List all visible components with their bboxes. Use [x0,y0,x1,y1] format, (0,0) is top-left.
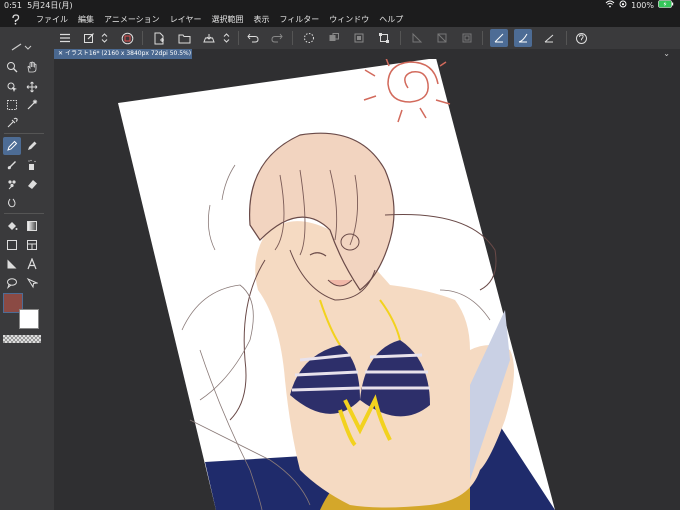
command-bar [0,27,680,50]
ios-status-bar: 0:51 5月24日(月) 100% [0,0,680,12]
save-options-chevron-icon[interactable] [221,29,231,47]
hamburger-menu-icon[interactable] [56,29,74,47]
zoom-icon[interactable] [3,58,21,76]
operation-icon[interactable] [3,78,21,96]
document-tab-title: イラスト16* (2160 x 3840px 72dpi 50.5%) [64,50,192,57]
brush-tool-icon[interactable] [3,156,21,174]
text-tool-icon[interactable] [23,255,41,273]
open-folder-icon[interactable] [175,29,193,47]
ruler-tool-icon[interactable] [3,255,21,273]
clear-selection-icon[interactable] [325,29,343,47]
stabilization-icon[interactable] [490,29,508,47]
redo-icon[interactable] [268,29,286,47]
blend-tool-icon[interactable] [3,194,21,212]
menu-bar: ファイル 編集 アニメーション レイヤー 選択範囲 表示 フィルター ウィンドウ… [0,12,680,27]
sub-color-swatch[interactable] [19,309,39,329]
chevron-updown-icon[interactable] [99,29,109,47]
menu-view[interactable]: 表示 [253,12,269,27]
balloon-tool-icon[interactable] [3,274,21,292]
document-tab[interactable]: ✕ イラスト16* (2160 x 3840px 72dpi 50.5%) [54,49,192,59]
eyedropper-icon[interactable] [3,114,21,132]
special-ruler-snap-icon[interactable] [433,29,451,47]
pen-tool-icon[interactable] [3,137,21,155]
shortcut-settings-icon[interactable] [572,29,590,47]
transform-icon[interactable] [375,29,393,47]
pen-pressure-icon[interactable] [514,29,532,47]
status-date: 5月24日(月) [27,1,73,10]
fill-tool-icon[interactable] [3,217,21,235]
fill-selection-icon[interactable] [350,29,368,47]
tab-close-dot-icon[interactable]: ✕ [58,50,65,57]
status-time-date: 0:51 5月24日(月) [4,0,73,12]
canvas-area[interactable] [54,59,680,510]
tool-panel-header [8,42,40,52]
decoration-tool-icon[interactable] [3,175,21,193]
deselect-icon[interactable] [300,29,318,47]
new-file-icon[interactable] [150,29,168,47]
menu-help[interactable]: ヘルプ [379,12,403,27]
correct-line-icon[interactable] [23,274,41,292]
save-icon[interactable] [200,29,218,47]
ruler-snap-icon[interactable] [408,29,426,47]
menu-layer[interactable]: レイヤー [170,12,202,27]
menu-animation[interactable]: アニメーション [104,12,160,27]
pencil-tool-icon[interactable] [23,137,41,155]
companion-mode-icon[interactable] [118,29,136,47]
menu-filter[interactable]: フィルター [279,12,319,27]
grid-snap-icon[interactable] [458,29,476,47]
transparent-color-swatch[interactable] [3,335,41,343]
move-layer-icon[interactable] [23,78,41,96]
quick-access-icon[interactable] [80,29,98,47]
undo-icon[interactable] [244,29,262,47]
illustration-canvas[interactable] [54,59,680,510]
chevron-down-icon[interactable]: ⌄ [663,49,670,59]
correction-icon[interactable] [540,29,558,47]
app-logo-icon[interactable] [10,14,21,25]
menu-items: ファイル 編集 アニメーション レイヤー 選択範囲 表示 フィルター ウィンドウ… [36,12,403,27]
menu-file[interactable]: ファイル [36,12,68,27]
document-tab-bar: ✕ イラスト16* (2160 x 3840px 72dpi 50.5%) ⌄ [54,49,680,59]
battery-percent: 100% [631,1,654,10]
wifi-icon [605,0,615,12]
airbrush-tool-icon[interactable] [23,156,41,174]
status-indicators: 100% [605,0,674,12]
auto-select-icon[interactable] [23,96,41,114]
selection-icon[interactable] [3,96,21,114]
hand-icon[interactable] [23,58,41,76]
menu-edit[interactable]: 編集 [78,12,94,27]
menu-selection[interactable]: 選択範囲 [211,12,243,27]
orientation-lock-icon [619,0,627,12]
battery-icon [658,0,674,12]
gradient-tool-icon[interactable] [23,217,41,235]
frame-border-icon[interactable] [23,236,41,254]
eraser-tool-icon[interactable] [23,175,41,193]
menu-window[interactable]: ウィンドウ [329,12,369,27]
tool-panel [0,43,54,510]
status-time: 0:51 [4,1,22,10]
figure-tool-icon[interactable] [3,236,21,254]
